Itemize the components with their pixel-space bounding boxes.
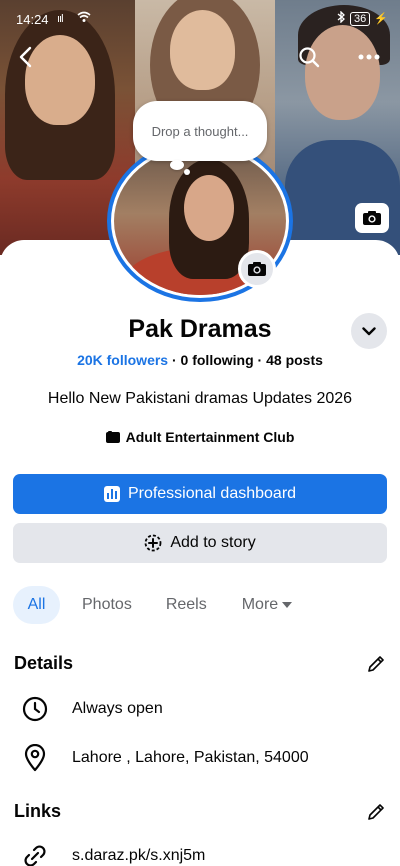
details-heading: Details (14, 653, 74, 673)
links-heading: Links (14, 801, 62, 821)
stats-separator: · (171, 352, 177, 368)
category-label: Adult Entertainment Club (125, 429, 295, 445)
clock-icon (20, 694, 50, 724)
cover-figure-right-shirt (285, 140, 400, 255)
tab-all[interactable]: All (13, 586, 60, 624)
add-story-icon (144, 534, 162, 552)
tab-more[interactable]: More (241, 586, 293, 624)
thought-bubble-tail-small (184, 169, 190, 175)
profile-stats: 20K followers · 0 following · 48 posts (0, 352, 400, 368)
status-bar: 14:24 ııl 36 ⚡ (0, 0, 400, 38)
professional-dashboard-button[interactable]: Professional dashboard (13, 474, 387, 514)
tab-more-label: More (241, 596, 279, 613)
pencil-icon (368, 804, 384, 820)
bar-chart-icon (103, 486, 120, 502)
battery-icon: 36 (350, 11, 371, 26)
search-icon (299, 47, 320, 68)
thought-bubble[interactable]: Drop a thought... (133, 101, 267, 161)
avatar-figure-face (184, 175, 234, 241)
charging-icon: ⚡ (374, 13, 388, 25)
camera-icon (248, 262, 266, 276)
add-to-story-button[interactable]: Add to story (13, 523, 387, 563)
profile-switch-button[interactable] (351, 313, 387, 349)
edit-links-button[interactable] (364, 800, 388, 824)
signal-icon: ııl (57, 13, 63, 25)
posts-count: 48 posts (266, 352, 323, 368)
category-icon (105, 431, 120, 443)
more-dots-icon (358, 54, 380, 60)
caret-down-icon (282, 602, 293, 608)
page-name: Pak Dramas (128, 315, 272, 343)
link-row[interactable]: s.daraz.pk/s.xnj5m (20, 841, 205, 866)
add-to-story-label: Add to story (170, 534, 256, 551)
hours-row: Always open (20, 694, 163, 724)
thought-bubble-tail (170, 160, 184, 170)
address-text: Lahore , Lahore, Pakistan, 54000 (72, 749, 309, 766)
link-icon (20, 841, 50, 866)
back-arrow-icon (19, 46, 32, 68)
edit-details-button[interactable] (364, 652, 388, 676)
link-url[interactable]: s.daraz.pk/s.xnj5m (72, 847, 205, 865)
followers-link[interactable]: 20K followers (77, 352, 168, 368)
camera-icon (363, 211, 381, 225)
back-button[interactable] (8, 40, 42, 74)
search-button[interactable] (292, 40, 326, 74)
bio-text: Hello New Pakistani dramas Updates 2026 (47, 390, 353, 407)
address-row[interactable]: Lahore , Lahore, Pakistan, 54000 (20, 743, 309, 773)
wifi-icon (77, 11, 91, 26)
following-count[interactable]: 0 following (181, 352, 254, 368)
chevron-down-icon (362, 326, 376, 335)
profile-tabs: All Photos Reels More (13, 586, 293, 624)
stats-separator: · (257, 352, 263, 368)
bluetooth-icon (337, 10, 346, 26)
thought-placeholder: Drop a thought... (151, 123, 249, 139)
location-pin-icon (20, 743, 50, 773)
edit-cover-photo-button[interactable] (355, 203, 389, 233)
hours-text: Always open (72, 700, 163, 717)
pencil-icon (368, 656, 384, 672)
page-category: Adult Entertainment Club (0, 429, 400, 445)
status-time: 14:24 (16, 12, 49, 27)
edit-profile-picture-button[interactable] (238, 250, 276, 288)
more-options-button[interactable] (352, 40, 386, 74)
professional-dashboard-label: Professional dashboard (127, 485, 297, 502)
tab-photos[interactable]: Photos (82, 586, 132, 624)
tab-reels[interactable]: Reels (166, 586, 207, 624)
